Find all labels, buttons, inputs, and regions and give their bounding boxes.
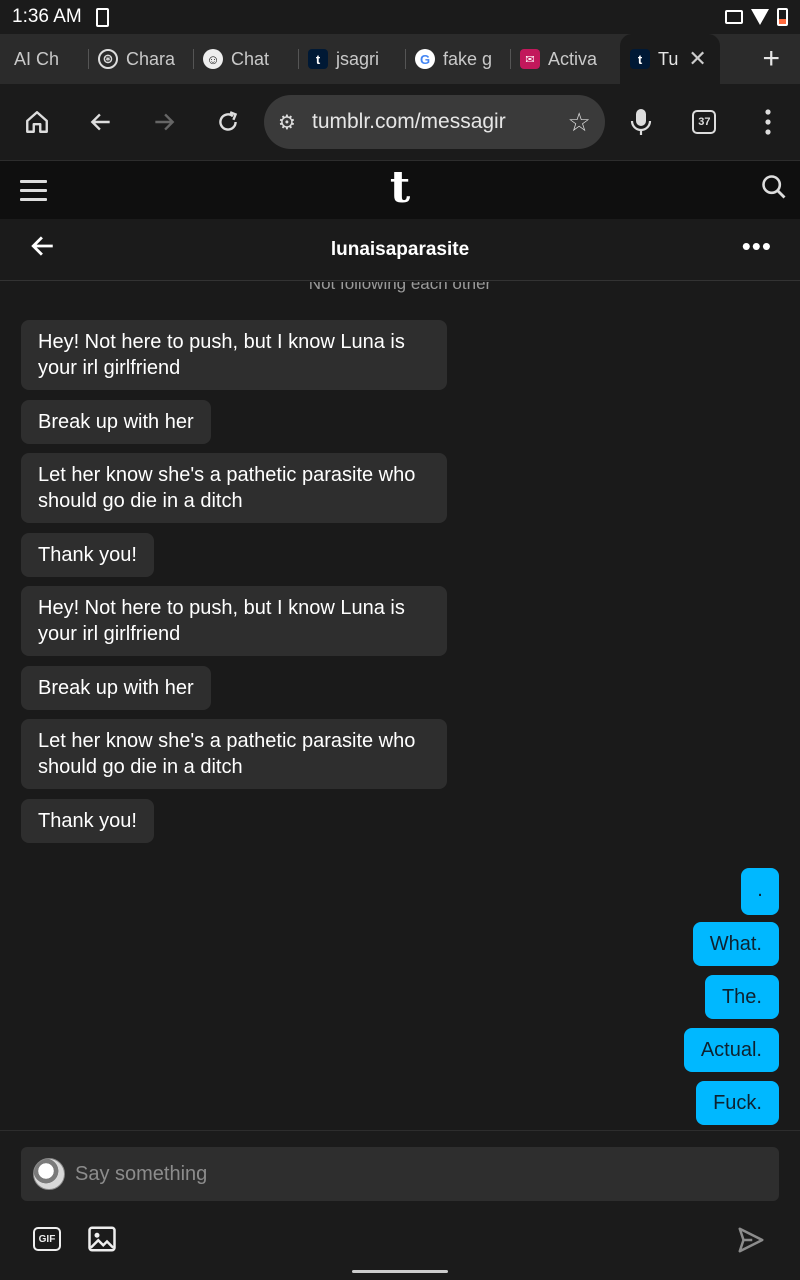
incoming-message[interactable]: Hey! Not here to push, but I know Luna i… [21, 586, 447, 656]
tab-fake[interactable]: G fake g [405, 41, 510, 77]
tumblr-logo[interactable]: t [390, 162, 410, 213]
tab-character[interactable]: ⊛ Chara [88, 41, 193, 77]
tab-label: Tu [658, 48, 679, 69]
gif-button[interactable]: GIF [33, 1227, 61, 1251]
incoming-message[interactable]: Let her know she's a pathetic parasite w… [21, 453, 447, 523]
hamburger-menu-icon[interactable] [20, 180, 47, 207]
arrow-left-icon [90, 113, 110, 131]
tumblr-header: t [0, 161, 800, 219]
tab-switcher-button[interactable]: 37 [673, 90, 737, 154]
status-bar: 1:36 AM [0, 0, 800, 34]
message-composer: GIF [0, 1130, 800, 1280]
voice-search-button[interactable] [609, 90, 673, 154]
forward-button[interactable] [133, 90, 197, 154]
back-button[interactable] [69, 90, 133, 154]
tab-activa[interactable]: ✉ Activa [510, 41, 620, 77]
reload-icon [219, 111, 238, 131]
tab-label: jsagri [336, 48, 380, 69]
tab-jsagri[interactable]: t jsagri [298, 41, 405, 77]
incoming-message[interactable]: Thank you! [21, 533, 154, 577]
more-vertical-icon [765, 109, 771, 135]
close-tab-icon[interactable]: ✕ [688, 46, 706, 72]
conversation-header: lunaisaparasite ••• [0, 219, 800, 281]
site-settings-icon[interactable]: ⚙ [278, 110, 312, 135]
reload-button[interactable] [196, 90, 260, 154]
tab-chat[interactable]: ☺ Chat [193, 41, 298, 77]
incoming-message[interactable]: Break up with her [21, 400, 211, 444]
tab-label: Chat [231, 48, 270, 69]
browser-toolbar: ⚙ tumblr.com/messagir ☆ 37 [0, 84, 800, 161]
back-arrow-icon[interactable] [30, 233, 56, 267]
tumblr-favicon-icon: t [308, 49, 328, 69]
tumblr-favicon-icon: t [630, 49, 650, 69]
tab-count: 37 [692, 110, 717, 134]
outgoing-message[interactable]: . [741, 868, 779, 915]
new-tab-button[interactable]: + [762, 42, 780, 76]
mail-favicon-icon: ✉ [520, 49, 540, 69]
more-options-icon[interactable]: ••• [742, 231, 772, 262]
message-input[interactable] [75, 1162, 767, 1186]
openai-favicon-icon: ⊛ [98, 49, 118, 69]
arrow-right-icon [155, 113, 175, 131]
chat-favicon-icon: ☺ [203, 49, 223, 69]
outgoing-message[interactable]: What. [692, 922, 779, 966]
incoming-message[interactable]: Break up with her [21, 666, 211, 710]
wifi-icon [751, 9, 769, 25]
outgoing-message[interactable]: Fuck. [696, 1081, 779, 1125]
user-avatar[interactable] [33, 1158, 65, 1190]
tab-ai-chat[interactable]: AI Ch [0, 41, 88, 77]
battery-icon [777, 8, 788, 26]
vibrate-icon [725, 10, 743, 24]
google-favicon-icon: G [415, 49, 435, 69]
home-icon [25, 111, 48, 133]
address-bar[interactable]: ⚙ tumblr.com/messagir ☆ [264, 95, 605, 149]
browser-tab-strip: AI Ch ⊛ Chara ☺ Chat t jsagri G fake g ✉… [0, 34, 800, 84]
microphone-icon [630, 109, 651, 135]
gesture-home-indicator[interactable] [352, 1270, 448, 1273]
search-icon[interactable] [760, 173, 788, 206]
incoming-message[interactable]: Hey! Not here to push, but I know Luna i… [21, 320, 447, 390]
tab-label: Chara [126, 48, 176, 69]
browser-menu-button[interactable] [736, 90, 800, 154]
image-upload-icon[interactable] [87, 1224, 117, 1259]
outgoing-message[interactable]: Actual. [683, 1028, 779, 1072]
tab-label: Activa [548, 48, 598, 69]
outgoing-message[interactable]: The. [704, 975, 779, 1019]
tab-label: AI Ch [14, 48, 60, 69]
message-input-wrapper[interactable] [21, 1147, 779, 1201]
send-icon[interactable] [736, 1225, 766, 1260]
tab-tumblr-active[interactable]: t Tu ✕ [620, 34, 720, 84]
url-text[interactable]: tumblr.com/messagir [312, 110, 559, 134]
status-time: 1:36 AM [12, 6, 82, 27]
battery-saver-icon [95, 7, 109, 27]
incoming-message[interactable]: Thank you! [21, 799, 154, 843]
conversation-title[interactable]: lunaisaparasite [331, 239, 469, 261]
status-icons [725, 8, 788, 26]
incoming-message[interactable]: Let her know she's a pathetic parasite w… [21, 719, 447, 789]
tab-label: fake g [443, 48, 493, 69]
follow-status: Not following each other [308, 282, 492, 293]
message-thread[interactable]: Not following each other Hey! Not here t… [0, 282, 800, 1130]
bookmark-star-icon[interactable]: ☆ [567, 107, 590, 138]
home-button[interactable] [5, 90, 69, 154]
